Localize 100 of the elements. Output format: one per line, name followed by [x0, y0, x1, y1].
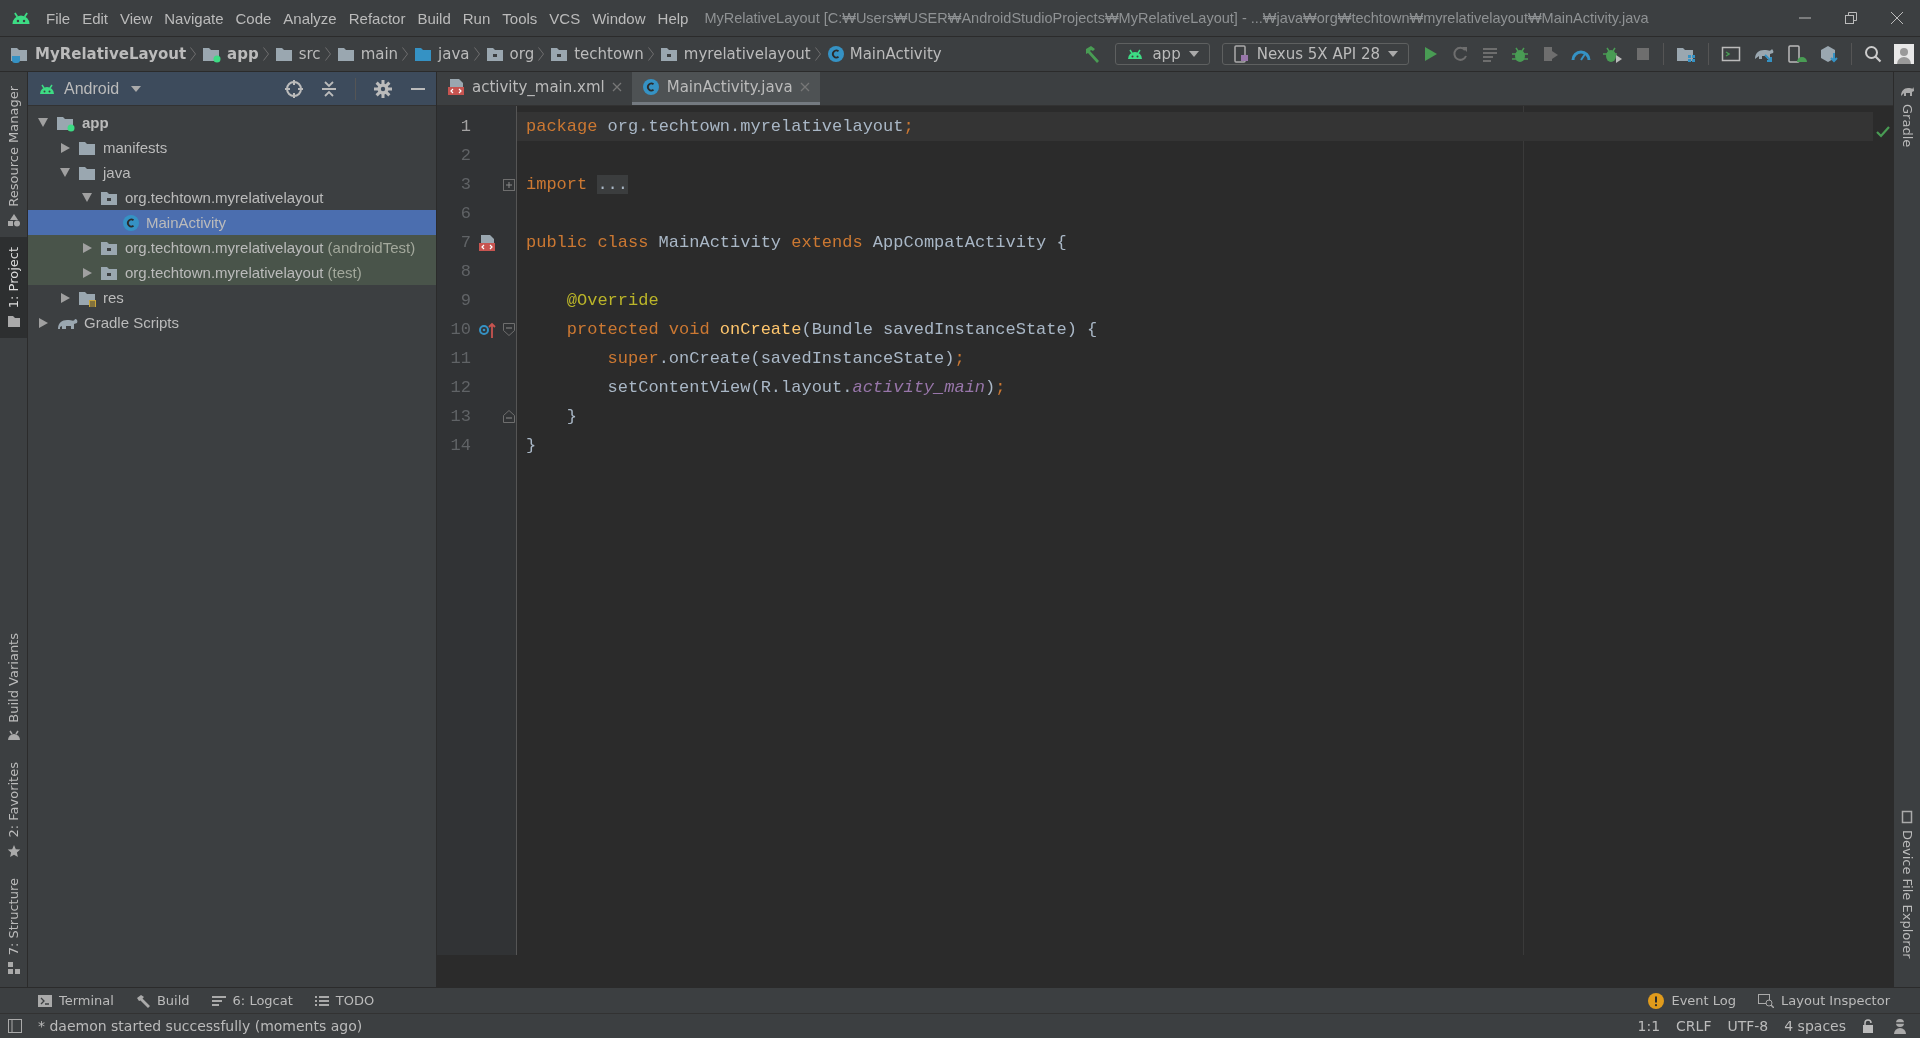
breadcrumb[interactable]: MainActivity — [826, 45, 942, 63]
chevron-icon — [402, 47, 409, 61]
avatar-icon[interactable] — [1894, 44, 1914, 64]
tree-item[interactable]: manifests — [28, 135, 436, 160]
expand-arrow-icon[interactable] — [36, 118, 50, 127]
code-line: import ... — [525, 174, 629, 196]
tree-item[interactable]: Gradle Scripts — [28, 310, 436, 335]
tool-window-button[interactable]: Build — [135, 993, 190, 1008]
menu-item[interactable]: Window — [586, 6, 652, 30]
panel-toggle-icon[interactable] — [8, 1019, 22, 1033]
code-line: } — [525, 435, 537, 457]
tool-window-button[interactable]: Build Variants — [0, 622, 27, 753]
bug-icon[interactable] — [1511, 45, 1529, 63]
tree-item[interactable]: java — [28, 160, 436, 185]
tool-window-button[interactable]: Terminal — [38, 993, 114, 1008]
project-structure-icon[interactable] — [1676, 45, 1696, 63]
breadcrumb[interactable]: main — [336, 45, 399, 63]
collapse-all-icon[interactable] — [321, 79, 337, 98]
tree-item[interactable]: org.techtown.myrelativelayout (test) — [28, 260, 436, 285]
menu-item[interactable]: VCS — [543, 6, 587, 30]
sdk-box-icon[interactable] — [1819, 45, 1839, 63]
status-message: * daemon started successfully (moments ago) — [38, 1018, 363, 1034]
tool-window-button[interactable]: Gradle — [1894, 76, 1920, 156]
breadcrumb[interactable]: java — [414, 45, 470, 63]
tool-window-button[interactable]: Event Log — [1648, 992, 1737, 1009]
tree-item[interactable]: app — [28, 110, 436, 135]
window-icon[interactable] — [1721, 45, 1741, 63]
android-icon — [1126, 47, 1145, 61]
folder-icon — [6, 314, 21, 328]
tool-window-button[interactable]: 2: Favorites — [0, 752, 27, 868]
tree-item[interactable]: org.techtown.myrelativelayout (androidTest) — [28, 235, 436, 260]
code-line: setContentView(R.layout.activity_main); — [606, 377, 1006, 399]
status-item[interactable]: CRLF — [1676, 1018, 1712, 1034]
class-icon — [641, 78, 660, 96]
close-icon — [611, 82, 622, 92]
device-dropdown[interactable]: Nexus 5X API 28 — [1221, 43, 1409, 65]
menu-item[interactable]: File — [40, 6, 77, 30]
status-item[interactable]: 1:1 — [1637, 1018, 1661, 1034]
attach-icon[interactable] — [1541, 45, 1559, 63]
tool-window-button[interactable]: 1: Project — [0, 236, 27, 338]
inspector-figure-icon[interactable] — [1892, 1018, 1908, 1034]
menu-item[interactable]: Refactor — [342, 6, 412, 30]
chevron-icon — [814, 47, 821, 61]
close-icon[interactable] — [1890, 11, 1904, 25]
run-config-dropdown[interactable]: app — [1115, 43, 1210, 65]
tool-window-button[interactable]: Device File Explorer — [1894, 802, 1920, 967]
menu-item[interactable]: Tools — [496, 6, 544, 30]
line-number: 1 — [459, 116, 471, 138]
device-manager-icon[interactable] — [1787, 45, 1807, 63]
breadcrumb[interactable]: myrelativelayout — [659, 45, 811, 63]
breadcrumb[interactable]: src — [274, 45, 321, 63]
editor-tab[interactable]: MainActivity.java — [631, 72, 820, 105]
tool-window-button[interactable]: 6: Logcat — [211, 993, 293, 1008]
structure-icon — [6, 961, 21, 975]
menu-item[interactable]: Navigate — [158, 6, 230, 30]
menu-item[interactable]: Code — [229, 6, 278, 30]
chevron-icon — [538, 47, 545, 61]
menu-item[interactable]: Edit — [76, 6, 115, 30]
tool-window-button[interactable]: 7: Structure — [0, 867, 27, 985]
tool-window-button[interactable]: Layout Inspector — [1758, 993, 1890, 1008]
android-icon — [6, 728, 21, 743]
bug-icon[interactable] — [1603, 45, 1623, 63]
folder-icon — [274, 45, 294, 63]
status-item[interactable]: 4 spaces — [1784, 1018, 1846, 1034]
chevron-icon — [473, 47, 480, 61]
menu-item[interactable]: Analyze — [277, 6, 343, 30]
restore-icon[interactable] — [1844, 11, 1858, 25]
breadcrumb[interactable]: MyRelativeLayout — [10, 45, 187, 63]
search-icon[interactable] — [1864, 45, 1882, 63]
settings-icon[interactable] — [374, 79, 392, 98]
star-icon — [6, 843, 21, 858]
expand-arrow-icon[interactable] — [58, 168, 72, 177]
breadcrumb[interactable]: app — [202, 45, 259, 63]
stop-icon[interactable] — [1635, 46, 1651, 62]
breadcrumb[interactable]: techtown — [550, 45, 644, 63]
rerun-icon[interactable] — [1451, 45, 1469, 63]
folder-icon — [336, 45, 356, 63]
breadcrumb[interactable]: org — [485, 45, 535, 63]
tool-window-button[interactable]: Resource Manager — [0, 76, 27, 237]
code-line: public class MainActivity extends AppCompatActivity { — [525, 232, 1067, 254]
tree-item[interactable]: res — [28, 285, 436, 310]
phone-icon — [1900, 810, 1914, 825]
locate-icon[interactable] — [285, 79, 303, 98]
menu-item[interactable]: View — [114, 6, 159, 30]
status-item[interactable]: UTF-8 — [1727, 1018, 1769, 1034]
menu-item[interactable]: Run — [456, 6, 497, 30]
chevron-icon — [262, 47, 269, 61]
window-title: MyRelativeLayout [C:₩Users₩USER₩AndroidStudioProjects₩MyRelativeLayout] - ...₩java₩org₩techtown₩myrelativelayout₩MainActivity.java — [704, 10, 1649, 26]
folder-icon — [10, 45, 30, 63]
editor-tab[interactable]: activity_main.xml — [437, 72, 632, 105]
layout-file-icon — [447, 78, 465, 96]
lock-icon[interactable] — [1862, 1019, 1876, 1033]
list-icon[interactable] — [1481, 45, 1499, 63]
view-dropdown[interactable]: Android — [38, 79, 142, 98]
menu-item[interactable]: Help — [651, 6, 695, 30]
inspector-icon — [1758, 993, 1775, 1008]
code-line: @Override — [565, 290, 659, 312]
tool-window-button[interactable]: TODO — [314, 993, 375, 1008]
menu-item[interactable]: Build — [411, 6, 457, 30]
class-icon — [122, 213, 140, 232]
